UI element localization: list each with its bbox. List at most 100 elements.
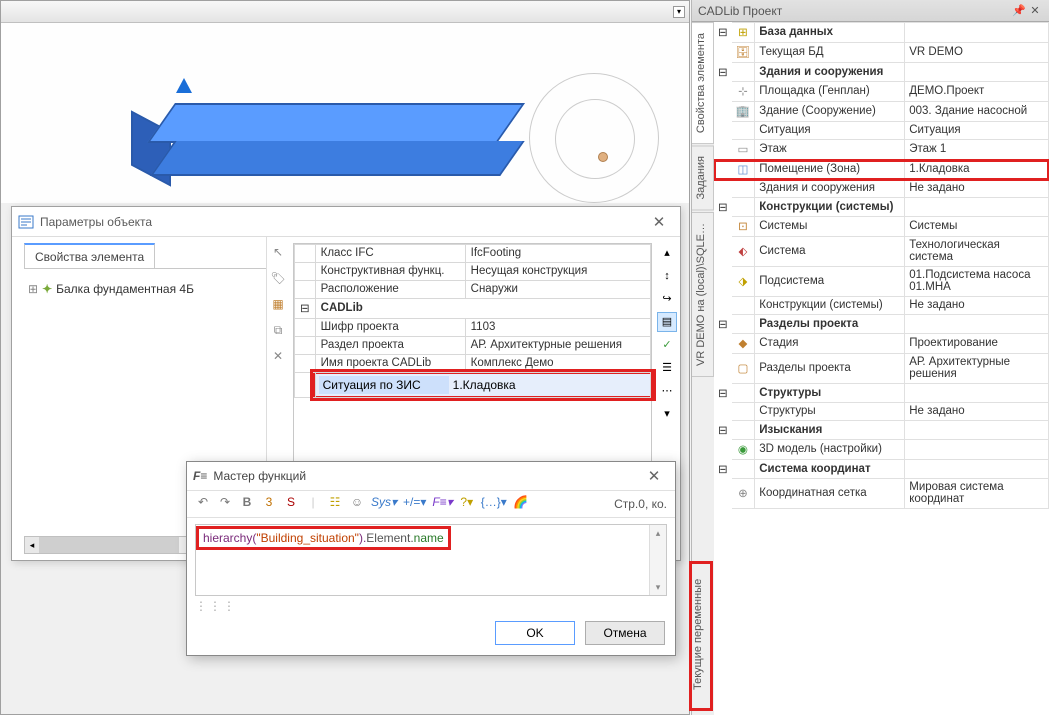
beam-3d-model[interactable]	[161, 103, 511, 178]
expand-icon[interactable]: ⊟	[295, 299, 316, 319]
row-value[interactable]: 01.Подсистема насоса 01.МНА	[905, 267, 1049, 297]
viewport-dropdown-icon[interactable]: ▾	[673, 6, 685, 18]
tb-tree-icon[interactable]: ☷	[327, 495, 343, 513]
row-value[interactable]	[905, 198, 1049, 217]
cadlib-tree-grid[interactable]: ⊟⊞База данных🗄Текущая БДVR DEMO⊟Здания и…	[714, 22, 1049, 715]
vtab-vrdemo[interactable]: VR DEMO на (local)\SQLE…	[692, 212, 714, 377]
scroll-left-icon[interactable]: ◂	[25, 537, 39, 553]
tree-row[interactable]: ⊡СистемыСистемы	[714, 217, 1049, 237]
tb-braces-icon[interactable]: {…}▾	[481, 495, 507, 513]
tool-down-icon[interactable]: ▾	[657, 404, 677, 424]
expand-icon[interactable]: ⊟	[714, 384, 732, 403]
scroll-down-icon[interactable]: ▾	[650, 579, 666, 595]
tb-color-icon[interactable]: 🌈	[513, 495, 529, 513]
prop-row[interactable]: ⊟CADLib	[295, 299, 651, 319]
cancel-button[interactable]: Отмена	[585, 621, 665, 645]
tb-person-icon[interactable]: ☺	[349, 495, 365, 513]
expand-icon[interactable]	[714, 102, 732, 122]
row-value[interactable]: Этаж 1	[905, 140, 1049, 160]
expand-icon[interactable]	[714, 160, 732, 180]
tree-row[interactable]: ⊟Конструкции (системы)	[714, 198, 1049, 217]
vtab-current-variables[interactable]: Текущие переменные	[689, 561, 713, 711]
vtab-tasks[interactable]: Задания	[692, 145, 714, 210]
prop-row[interactable]: Конструктивная функц.Несущая конструкция	[295, 263, 651, 281]
tree-row[interactable]: ⊟Здания и сооружения	[714, 63, 1049, 82]
cadlib-panel-header[interactable]: CADLib Проект 📌 ✕	[692, 0, 1049, 22]
tree-row[interactable]: ⊟Разделы проекта	[714, 315, 1049, 334]
row-value[interactable]: ДЕМО.Проект	[905, 82, 1049, 102]
row-value[interactable]: Не задано	[905, 403, 1049, 421]
tree-row[interactable]: СитуацияСитуация	[714, 122, 1049, 140]
row-value[interactable]	[905, 384, 1049, 403]
expand-icon[interactable]	[714, 237, 732, 267]
expand-icon[interactable]: ⊟	[714, 315, 732, 334]
expand-icon[interactable]	[714, 43, 732, 63]
tree-row[interactable]: ⬗Подсистема01.Подсистема насоса 01.МНА	[714, 267, 1049, 297]
expand-icon[interactable]	[714, 403, 732, 421]
prop-row[interactable]: РасположениеСнаружи	[295, 281, 651, 299]
prop-value[interactable]: 1103	[465, 319, 650, 337]
prop-row[interactable]: Шифр проекта1103	[295, 319, 651, 337]
formula-vscroll[interactable]: ▴ ▾	[649, 525, 666, 595]
row-value[interactable]: Системы	[905, 217, 1049, 237]
tool-copy-icon[interactable]: ⧉	[269, 323, 287, 341]
close-icon[interactable]: ✕	[1027, 4, 1043, 17]
row-value[interactable]: Ситуация	[905, 122, 1049, 140]
expand-icon[interactable]: ⊟	[714, 198, 732, 217]
tb-s-icon[interactable]: S	[283, 495, 299, 513]
expand-icon[interactable]	[714, 354, 732, 384]
tb-redo-icon[interactable]: ↷	[217, 495, 233, 513]
row-value[interactable]	[905, 460, 1049, 479]
close-icon[interactable]: ✕	[644, 213, 674, 231]
tool-tag-icon[interactable]: 🏷	[269, 271, 287, 289]
row-value[interactable]: АР. Архитектурные решения	[905, 354, 1049, 384]
tb-ops-icon[interactable]: +/=▾	[403, 495, 426, 513]
tree-row[interactable]: ▭ЭтажЭтаж 1	[714, 140, 1049, 160]
resize-grip-icon[interactable]: ⋮⋮⋮	[195, 599, 237, 613]
tree-expand-icon[interactable]: ⊞	[28, 282, 38, 296]
tree-row[interactable]: ◉3D модель (настройки)	[714, 440, 1049, 460]
scroll-up-icon[interactable]: ▴	[650, 525, 666, 541]
view-compass[interactable]	[529, 73, 659, 203]
expand-icon[interactable]	[714, 267, 732, 297]
tree-row[interactable]: ⬖СистемаТехнологическая система	[714, 237, 1049, 267]
scroll-thumb[interactable]	[39, 537, 179, 553]
prop-row[interactable]: Имя проекта CADLibКомплекс Демо	[295, 355, 651, 373]
tree-row[interactable]: Конструкции (системы)Не задано	[714, 297, 1049, 315]
prop-row[interactable]: Ситуация по ЗИС1.Кладовка	[295, 373, 651, 398]
formula-textarea[interactable]: hierarchy("Building_situation").Element.…	[195, 524, 667, 596]
vtab-element-props[interactable]: Свойства элемента	[692, 22, 714, 144]
expand-icon[interactable]: ⊟	[714, 23, 732, 43]
func-titlebar[interactable]: F≡ Мастер функций ✕	[187, 462, 675, 490]
tool-goto-icon[interactable]: ↪	[657, 289, 677, 309]
prop-value[interactable]: Несущая конструкция	[465, 263, 650, 281]
row-value[interactable]	[905, 23, 1049, 43]
tree-row[interactable]: ⊟Изыскания	[714, 421, 1049, 440]
row-value[interactable]: Не задано	[905, 180, 1049, 198]
row-value[interactable]: Проектирование	[905, 334, 1049, 354]
prop-value[interactable]: IfcFooting	[465, 245, 650, 263]
expand-icon[interactable]	[714, 140, 732, 160]
tb-sys-icon[interactable]: Sys▾	[371, 495, 397, 513]
expand-icon[interactable]	[714, 122, 732, 140]
row-value[interactable]: Технологическая система	[905, 237, 1049, 267]
tool-close-icon[interactable]: ✕	[269, 349, 287, 367]
row-value[interactable]: 003. Здание насосной	[905, 102, 1049, 122]
tree-row[interactable]: ⊕Координатная сеткаМировая система коорд…	[714, 479, 1049, 509]
expand-icon[interactable]	[714, 334, 732, 354]
row-value[interactable]	[905, 63, 1049, 82]
tree-row[interactable]: ⊟⊞База данных	[714, 23, 1049, 43]
tree-row[interactable]: ⊟Система координат	[714, 460, 1049, 479]
model-viewport[interactable]	[1, 23, 689, 203]
row-value[interactable]	[905, 315, 1049, 334]
ok-button[interactable]: OK	[495, 621, 575, 645]
prop-value[interactable]: АР. Архитектурные решения	[465, 337, 650, 355]
row-value[interactable]: 1.Кладовка	[905, 160, 1049, 180]
tree-row[interactable]: ⊹Площадка (Генплан)ДЕМО.Проект	[714, 82, 1049, 102]
expand-icon[interactable]	[714, 217, 732, 237]
tool-building-icon[interactable]: ▦	[269, 297, 287, 315]
expand-icon[interactable]	[714, 82, 732, 102]
tb-num-icon[interactable]: 3	[261, 495, 277, 513]
row-value[interactable]	[905, 440, 1049, 460]
row-value[interactable]: VR DEMO	[905, 43, 1049, 63]
